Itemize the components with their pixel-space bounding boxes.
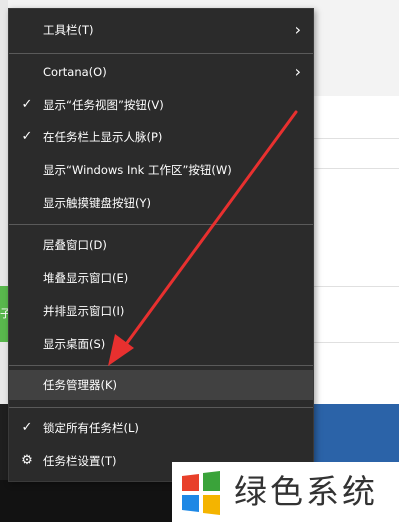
menu-item-show-desktop[interactable]: 显示桌面(S) — [9, 329, 313, 359]
menu-item-label: 显示触摸键盘按钮(Y) — [43, 196, 151, 210]
background-divider — [312, 286, 399, 287]
menu-item-show-windows-ink-button[interactable]: 显示“Windows Ink 工作区”按钮(W) — [9, 155, 313, 185]
watermark: 绿色系统 — [172, 462, 399, 522]
chevron-right-icon: › — [294, 20, 301, 39]
watermark-text: 绿色系统 — [234, 472, 378, 511]
menu-item-show-task-view-button[interactable]: ✓ 显示“任务视图”按钮(V) — [9, 90, 313, 120]
menu-item-show-people[interactable]: ✓ 在任务栏上显示人脉(P) — [9, 122, 313, 152]
background-divider — [312, 138, 399, 139]
menu-item-toolbars[interactable]: 工具栏(T) › — [9, 15, 313, 45]
menu-item-label: 显示“任务视图”按钮(V) — [43, 98, 164, 112]
menu-item-label: 堆叠显示窗口(E) — [43, 271, 129, 285]
background-divider — [312, 168, 399, 169]
gear-icon: ⚙ — [21, 453, 33, 468]
background-divider — [312, 342, 399, 343]
menu-separator — [9, 365, 313, 366]
menu-item-label: 显示“Windows Ink 工作区”按钮(W) — [43, 163, 232, 177]
menu-item-label: Cortana(O) — [43, 65, 107, 79]
menu-item-label: 工具栏(T) — [43, 23, 94, 37]
menu-item-cascade-windows[interactable]: 层叠窗口(D) — [9, 230, 313, 260]
menu-item-label: 显示桌面(S) — [43, 337, 106, 351]
taskbar-context-menu: 工具栏(T) › Cortana(O) › ✓ 显示“任务视图”按钮(V) ✓ … — [8, 8, 314, 482]
menu-item-task-manager[interactable]: 任务管理器(K) — [9, 370, 313, 400]
menu-separator — [9, 224, 313, 225]
menu-item-label: 任务管理器(K) — [43, 378, 118, 392]
menu-item-cortana[interactable]: Cortana(O) › — [9, 57, 313, 87]
menu-item-side-by-side-windows[interactable]: 并排显示窗口(I) — [9, 296, 313, 326]
menu-item-stack-windows[interactable]: 堆叠显示窗口(E) — [9, 263, 313, 293]
checkmark-icon: ✓ — [21, 129, 33, 144]
checkmark-icon: ✓ — [21, 420, 33, 435]
checkmark-icon: ✓ — [21, 97, 33, 112]
menu-item-label: 并排显示窗口(I) — [43, 304, 125, 318]
menu-item-label: 在任务栏上显示人脉(P) — [43, 130, 163, 144]
menu-item-lock-all-taskbars[interactable]: ✓ 锁定所有任务栏(L) — [9, 413, 313, 443]
menu-item-label: 任务栏设置(T) — [43, 454, 117, 468]
menu-separator — [9, 407, 313, 408]
menu-item-show-touch-keyboard-button[interactable]: 显示触摸键盘按钮(Y) — [9, 188, 313, 218]
menu-item-label: 层叠窗口(D) — [43, 238, 107, 252]
windows-logo-icon — [182, 471, 220, 515]
menu-item-label: 锁定所有任务栏(L) — [43, 421, 139, 435]
chevron-right-icon: › — [294, 62, 301, 81]
menu-separator — [9, 53, 313, 54]
